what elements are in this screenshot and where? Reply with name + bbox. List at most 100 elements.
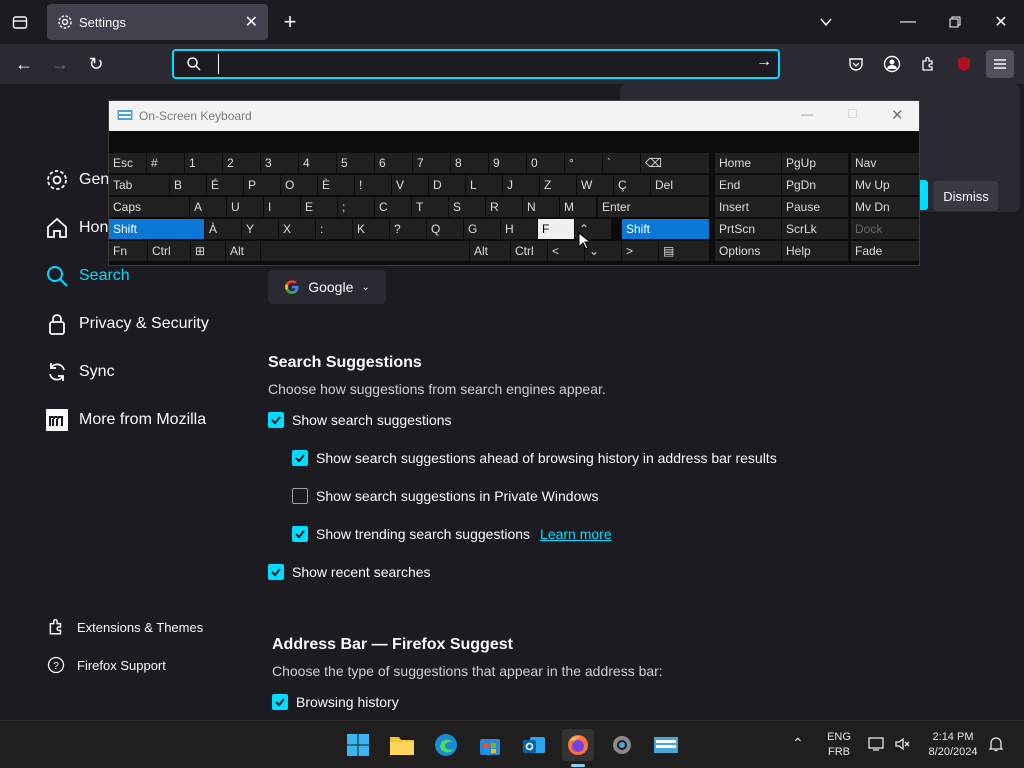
osk-key-symbol[interactable]: ▤ [659,241,709,261]
file-explorer-icon[interactable] [386,729,418,761]
osk-key-m[interactable]: M [560,197,596,217]
osk-key-6[interactable]: 6 [375,153,412,173]
osk-key-shift[interactable]: Shift [109,219,204,239]
osk-key-symbol[interactable]: ⌫ [641,153,709,173]
minimize-icon[interactable]: — [801,107,813,121]
osk-key-4[interactable]: 4 [299,153,336,173]
clock[interactable]: 2:14 PM 8/20/2024 [920,730,986,760]
osk-key-7[interactable]: 7 [413,153,450,173]
osk-key-enter[interactable]: Enter [598,197,709,217]
osk-key-r[interactable]: R [486,197,522,217]
osk-key-b[interactable]: B [170,175,206,195]
osk-key-9[interactable]: 9 [489,153,526,173]
checkbox-show-suggestions[interactable]: Show search suggestions [268,412,452,428]
app-menu-icon[interactable] [986,50,1014,78]
address-bar[interactable]: → [172,49,780,79]
checkbox-private-windows[interactable]: Show search suggestions in Private Windo… [292,488,598,504]
osk-key-e[interactable]: E [301,197,337,217]
new-tab-icon[interactable]: + [276,8,304,36]
url-input[interactable] [218,54,738,74]
osk-key-s[interactable]: S [449,197,485,217]
volume-muted-icon[interactable] [894,736,912,757]
sidebar-item-home[interactable]: Hon [45,216,108,240]
osk-key-symbol[interactable]: ⊞ [191,241,225,261]
osk-key-space[interactable] [261,241,469,261]
osk-key-z[interactable]: Z [540,175,576,195]
osk-taskbar-icon[interactable] [650,729,682,761]
osk-key-mvdn[interactable]: Mv Dn [851,197,919,217]
tab-settings[interactable]: Settings ✕ [47,4,268,40]
osk-key-8[interactable]: 8 [451,153,488,173]
back-icon[interactable]: ← [10,50,38,78]
osk-key-scrlk[interactable]: ScrLk [782,219,848,239]
close-icon[interactable]: ✕ [891,106,904,124]
osk-key-dock[interactable]: Dock [851,219,919,239]
osk-key-insert[interactable]: Insert [715,197,781,217]
osk-key-help[interactable]: Help [782,241,848,261]
osk-key-h[interactable]: H [501,219,537,239]
osk-key-esc[interactable]: Esc [109,153,146,173]
go-arrow-icon[interactable]: → [756,53,772,71]
ublock-icon[interactable] [950,50,978,78]
osk-key-symbol[interactable]: À [205,219,241,239]
osk-key-mvup[interactable]: Mv Up [851,175,919,195]
osk-key-symbol[interactable]: > [622,241,658,261]
osk-key-i[interactable]: I [264,197,300,217]
settings-app-icon[interactable] [606,729,638,761]
restore-icon[interactable] [941,8,969,36]
osk-key-symbol[interactable]: : [316,219,352,239]
osk-key-symbol[interactable]: Ç [614,175,650,195]
extensions-icon[interactable] [914,50,942,78]
minimize-icon[interactable]: — [894,8,922,36]
firefox-icon[interactable] [562,729,594,761]
osk-titlebar[interactable]: On-Screen Keyboard — ☐ ✕ [109,101,919,131]
pocket-icon[interactable] [842,50,870,78]
osk-key-symbol[interactable]: # [147,153,184,173]
osk-key-n[interactable]: N [523,197,559,217]
checkbox-recent-searches[interactable]: Show recent searches [268,564,431,580]
osk-key-symbol[interactable]: È [318,175,354,195]
osk-key-d[interactable]: D [429,175,465,195]
osk-key-v[interactable]: V [392,175,428,195]
osk-key-f[interactable]: F [538,219,574,239]
osk-key-l[interactable]: L [466,175,502,195]
sidebar-item-privacy[interactable]: Privacy & Security [45,312,209,336]
osk-key-pgdn[interactable]: PgDn [782,175,848,195]
osk-key-nav[interactable]: Nav [851,153,919,173]
osk-key-symbol[interactable]: ° [565,153,602,173]
osk-key-alt[interactable]: Alt [226,241,260,261]
osk-key-c[interactable]: C [375,197,411,217]
default-search-engine-select[interactable]: Google ⌄ [268,270,386,304]
osk-key-o[interactable]: O [281,175,317,195]
osk-key-3[interactable]: 3 [261,153,298,173]
osk-key-symbol[interactable]: ⌄ [585,241,621,261]
osk-key-j[interactable]: J [503,175,539,195]
sidebar-item-general[interactable]: Gen [45,168,109,192]
osk-key-w[interactable]: W [577,175,613,195]
osk-key-symbol[interactable]: É [207,175,243,195]
close-tab-icon[interactable]: ✕ [245,12,258,32]
osk-key-pgup[interactable]: PgUp [782,153,848,173]
checkbox-browsing-history[interactable]: Browsing history [272,694,399,710]
osk-key-q[interactable]: Q [427,219,463,239]
osk-key-shift[interactable]: Shift [622,219,709,239]
close-window-icon[interactable]: ✕ [987,8,1015,36]
chevron-down-icon[interactable] [812,8,840,36]
checkbox-suggestions-ahead[interactable]: Show search suggestions ahead of browsin… [292,450,777,466]
osk-key-5[interactable]: 5 [337,153,374,173]
account-icon[interactable] [878,50,906,78]
edge-icon[interactable] [430,729,462,761]
osk-key-alt[interactable]: Alt [470,241,510,261]
osk-key-tab[interactable]: Tab [109,175,169,195]
osk-key-a[interactable]: A [190,197,226,217]
osk-key-2[interactable]: 2 [223,153,260,173]
osk-key-k[interactable]: K [353,219,389,239]
language-indicator[interactable]: ENG FRB [824,730,854,760]
list-all-tabs-icon[interactable] [6,8,34,36]
osk-key-caps[interactable]: Caps [109,197,189,217]
reload-icon[interactable]: ↻ [82,50,110,78]
osk-key-options[interactable]: Options [715,241,781,261]
osk-key-del[interactable]: Del [651,175,709,195]
osk-key-fade[interactable]: Fade [851,241,919,261]
sidebar-item-mozilla[interactable]: More from Mozilla [45,408,206,432]
